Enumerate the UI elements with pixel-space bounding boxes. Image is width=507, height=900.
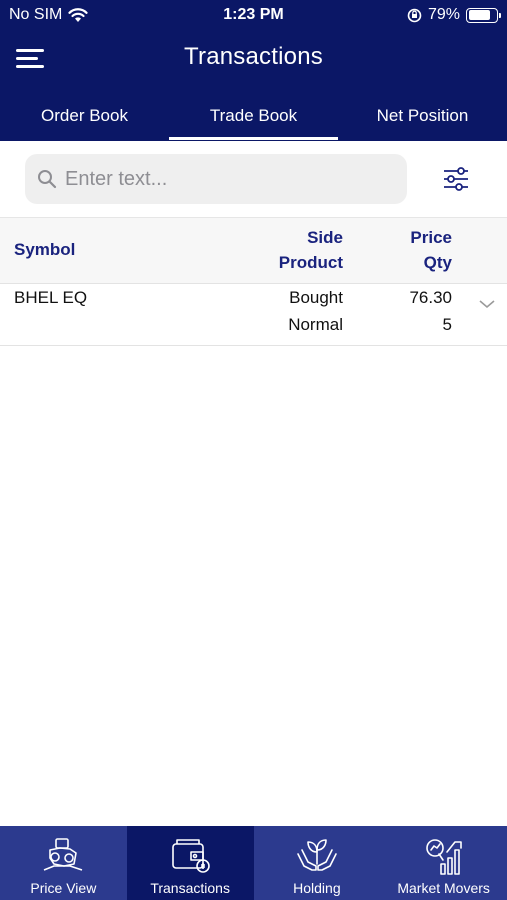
app-header: No SIM 1:23 PM 79% Transactions Order Bo…: [0, 0, 507, 141]
battery-percent: 79%: [427, 6, 460, 23]
nav-price-view[interactable]: Price View: [0, 826, 127, 900]
search-row: [0, 141, 507, 218]
row-product: Normal: [288, 315, 343, 334]
nav-label-market-movers: Market Movers: [397, 880, 490, 896]
status-right: 79%: [407, 6, 501, 24]
price-view-icon: [44, 838, 83, 871]
page-title: Transactions: [184, 43, 323, 70]
search-box: [25, 154, 407, 204]
tab-bar: Order Book Trade Book Net Position: [0, 98, 507, 141]
battery-icon: [466, 7, 501, 23]
tab-net-position[interactable]: Net Position: [338, 98, 507, 141]
orientation-lock-icon: [407, 8, 422, 22]
filter-sliders-icon[interactable]: [440, 163, 472, 195]
row-qty: 5: [442, 315, 452, 334]
table-row[interactable]: BHEL EQ Bought Normal 76.30 5: [0, 284, 507, 346]
chart-magnifier-icon: [425, 839, 462, 875]
column-qty: Qty: [423, 253, 452, 272]
nav-label-price-view: Price View: [30, 880, 97, 896]
tab-trade-book[interactable]: Trade Book: [169, 98, 338, 141]
row-symbol: BHEL EQ: [14, 288, 88, 307]
search-input[interactable]: [65, 167, 385, 191]
column-side: Side: [307, 228, 343, 247]
table-header: Symbol Side Product Price Qty: [0, 218, 507, 284]
column-symbol: Symbol: [14, 240, 76, 259]
nav-transactions[interactable]: Transactions: [126, 826, 254, 900]
nav-label-holding: Holding: [293, 880, 341, 896]
column-price: Price: [410, 228, 452, 247]
nav-market-movers[interactable]: Market Movers: [380, 826, 507, 900]
chevron-down-icon[interactable]: [478, 298, 496, 310]
plant-hands-icon: [297, 839, 337, 871]
nav-holding[interactable]: Holding: [254, 826, 381, 900]
row-side: Bought: [289, 288, 343, 307]
search-icon: [38, 170, 57, 189]
column-product: Product: [278, 253, 343, 272]
wallet-icon: [172, 839, 210, 873]
tab-order-book[interactable]: Order Book: [0, 98, 169, 141]
bottom-nav: Price View Transactions Holding Market M…: [0, 826, 507, 900]
row-price: 76.30: [409, 288, 452, 307]
status-bar: No SIM 1:23 PM 79%: [0, 0, 507, 30]
battery-fill: [468, 10, 490, 20]
nav-label-transactions: Transactions: [150, 880, 230, 896]
